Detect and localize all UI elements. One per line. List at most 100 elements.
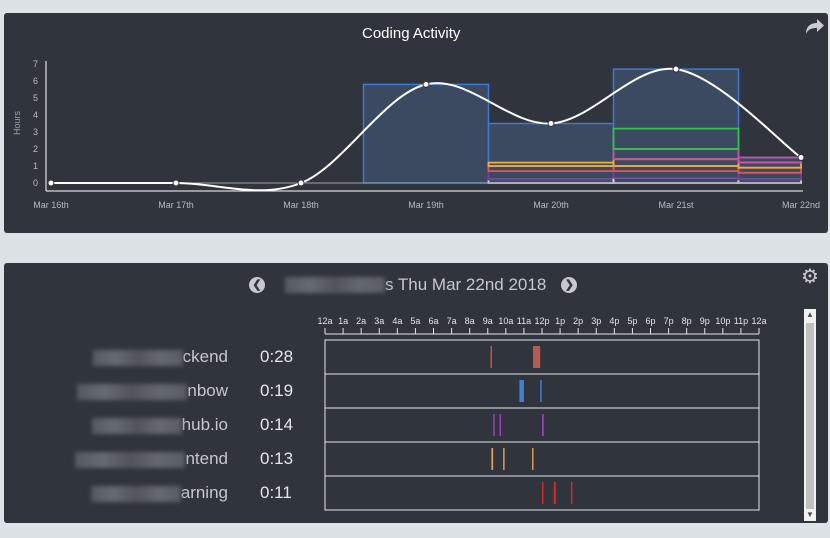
date-navigator: ❮ s Thu Mar 22nd 2018 ❯	[249, 274, 578, 296]
y-axis-label: Hours	[12, 110, 22, 135]
hour-label: 12a	[751, 316, 766, 326]
chevron-right-icon[interactable]: ❯	[561, 277, 578, 293]
hour-label: 1a	[338, 316, 348, 326]
project-name-label: ckend	[182, 347, 228, 366]
hour-label: 5p	[627, 316, 637, 326]
y-tick-label: 6	[33, 76, 38, 86]
scrollbar-thumb[interactable]	[806, 323, 814, 509]
activity-block	[503, 448, 505, 470]
x-tick-label: Mar 20th	[533, 200, 569, 210]
hour-label: 4p	[609, 316, 619, 326]
hour-label: 7a	[447, 316, 457, 326]
hour-label: 7p	[664, 316, 674, 326]
day-timeline-panel: ⚙ ❮ s Thu Mar 22nd 2018 ❯ ckend 0:28 nbow 0…	[4, 263, 828, 523]
project-name[interactable]: ntend	[24, 449, 228, 469]
hour-label: 3a	[374, 316, 384, 326]
hour-label: 11p	[734, 316, 748, 326]
activity-block	[490, 346, 492, 368]
data-point	[297, 179, 305, 187]
hour-label: 9a	[483, 316, 493, 326]
date-label: s Thu Mar 22nd 2018	[385, 275, 547, 294]
project-timeline-chart: 12a 1a 2a 3a 4a 5a 6a 7a 8a 9a 10a 11a 12p 1p 2p 3p 4p 5p…	[317, 316, 767, 511]
redacted-project-prefix	[77, 383, 188, 400]
hour-label: 1p	[555, 316, 565, 326]
redacted-project-prefix	[91, 417, 182, 434]
project-name-label: arning	[180, 483, 228, 502]
scroll-up-icon[interactable]: ▲	[804, 309, 816, 321]
data-point	[47, 179, 55, 187]
daily-total-bar	[362, 83, 490, 184]
activity-block	[491, 448, 494, 470]
hour-label: 10a	[498, 316, 513, 326]
redacted-project-prefix	[90, 485, 181, 502]
activity-block	[540, 380, 542, 402]
y-tick-label: 2	[33, 144, 38, 154]
activity-block	[499, 414, 502, 436]
hour-label: 12p	[534, 316, 549, 326]
project-name[interactable]: nbow	[24, 381, 228, 401]
hour-label: 2a	[356, 316, 366, 326]
x-tick-label: Mar 19th	[408, 200, 444, 210]
project-name-label: ntend	[185, 449, 228, 468]
activity-block	[542, 482, 544, 504]
hour-label: 3p	[591, 316, 601, 326]
daily-total-bar	[487, 122, 615, 184]
hour-label: 9p	[700, 316, 710, 326]
activity-block	[570, 482, 573, 504]
hour-label: 2p	[573, 316, 583, 326]
timeline-row	[324, 441, 760, 477]
hour-label: 6p	[645, 316, 655, 326]
data-point	[672, 65, 680, 73]
project-name-label: nbow	[187, 381, 228, 400]
hour-label: 5a	[410, 316, 420, 326]
data-point	[547, 120, 555, 127]
data-point	[797, 154, 805, 161]
activity-block	[553, 482, 556, 504]
redacted-project-prefix	[75, 451, 186, 468]
hour-label: 8a	[465, 316, 475, 326]
y-tick-label: 0	[33, 178, 38, 188]
project-time: 0:14	[260, 415, 294, 434]
project-time: 0:19	[260, 381, 294, 400]
scrollbar[interactable]: ▲ ▼	[804, 309, 816, 521]
project-name-label: hub.io	[181, 415, 228, 434]
project-time: 0:13	[260, 449, 294, 468]
x-tick-label: Mar 16th	[33, 200, 69, 210]
activity-block	[532, 448, 534, 470]
gear-icon[interactable]: ⚙	[800, 267, 820, 287]
y-tick-label: 5	[33, 93, 38, 103]
coding-activity-panel: Coding Activity Hours 0 1 2 3 4 5 6 7 Mar 16th Ma…	[4, 13, 828, 233]
project-time: 0:28	[260, 347, 294, 366]
y-tick-label: 3	[33, 127, 38, 137]
y-tick-label: 1	[33, 161, 38, 171]
hour-label: 4a	[392, 316, 402, 326]
project-name[interactable]: arning	[24, 483, 228, 503]
project-time: 0:11	[260, 483, 292, 502]
y-tick-label: 4	[33, 110, 38, 120]
hour-label: 11a	[517, 316, 531, 326]
activity-block	[542, 414, 544, 436]
chevron-left-icon[interactable]: ❮	[249, 277, 265, 293]
timeline-row	[324, 339, 760, 375]
project-name[interactable]: hub.io	[24, 415, 228, 435]
hour-label: 8p	[682, 316, 692, 326]
x-tick-label: Mar 18th	[283, 200, 319, 210]
timeline-row	[324, 373, 760, 409]
activity-block	[532, 346, 541, 368]
redacted-user-name	[285, 277, 385, 293]
activity-block	[493, 414, 495, 436]
scroll-down-icon[interactable]: ▼	[804, 509, 816, 521]
redacted-project-prefix	[92, 349, 183, 366]
x-tick-label: Mar 22nd	[782, 200, 820, 210]
y-tick-label: 7	[33, 59, 38, 69]
hour-label: 10p	[715, 316, 730, 326]
data-point	[422, 80, 430, 88]
x-tick-label: Mar 17th	[158, 200, 194, 210]
hour-label: 12a	[317, 316, 332, 326]
project-name[interactable]: ckend	[24, 347, 228, 367]
activity-block	[519, 380, 524, 402]
coding-activity-chart: Hours 0 1 2 3 4 5 6 7 Mar 16th Mar 17th Mar 18th Ma…	[12, 59, 820, 210]
x-tick-label: Mar 21st	[658, 200, 694, 210]
hour-label: 6a	[428, 316, 438, 326]
data-point	[172, 179, 180, 187]
